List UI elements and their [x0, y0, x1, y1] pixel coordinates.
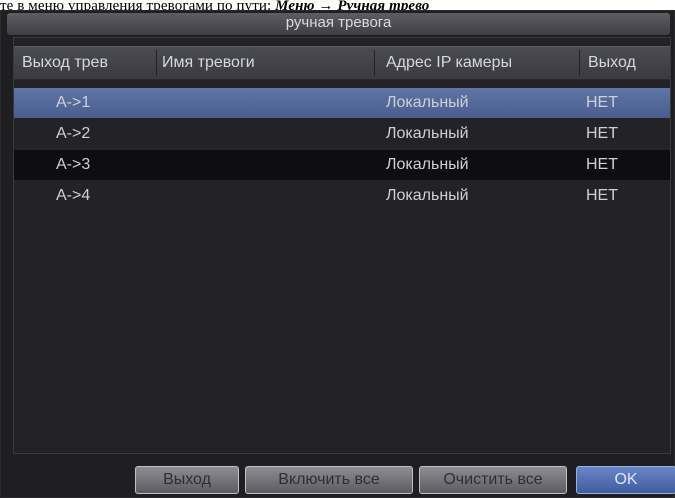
alarm-output-cell: A->4: [56, 187, 91, 204]
table-row[interactable]: A->1 Локальный НЕТ: [14, 88, 670, 118]
alarm-table: Выход трев Имя тревоги Адрес IP камеры В…: [13, 37, 671, 454]
action-cell: НЕТ: [586, 187, 618, 204]
table-header: Выход трев Имя тревоги Адрес IP камеры В…: [14, 46, 670, 80]
action-cell: НЕТ: [586, 156, 618, 173]
table-row[interactable]: A->4 Локальный НЕТ: [14, 181, 670, 211]
table-row[interactable]: A->3 Локальный НЕТ: [14, 150, 670, 180]
header-alarm-name[interactable]: Имя тревоги: [162, 47, 372, 79]
header-divider: [579, 50, 580, 76]
button-bar: Выход Включить все Очистить все OK: [1, 460, 675, 498]
table-row[interactable]: A->2 Локальный НЕТ: [14, 119, 670, 149]
manual-alarm-dialog: ручная тревога Выход трев Имя тревоги Ад…: [0, 10, 675, 498]
camera-ip-cell: Локальный: [386, 156, 469, 173]
camera-ip-cell: Локальный: [386, 187, 469, 204]
header-alarm-output[interactable]: Выход трев: [22, 47, 154, 79]
enable-all-button[interactable]: Включить все: [245, 466, 413, 494]
alarm-output-cell: A->3: [56, 156, 91, 173]
camera-ip-cell: Локальный: [386, 94, 469, 111]
header-divider: [156, 50, 157, 76]
ok-button[interactable]: OK: [576, 466, 675, 494]
action-cell: НЕТ: [586, 125, 618, 142]
alarm-output-cell: A->1: [56, 94, 91, 111]
exit-button[interactable]: Выход: [135, 466, 239, 494]
dialog-title: ручная тревога: [7, 13, 670, 35]
header-action-output[interactable]: Выход: [588, 47, 668, 79]
alarm-output-cell: A->2: [56, 125, 91, 142]
header-divider: [374, 50, 375, 76]
header-camera-ip[interactable]: Адрес IP камеры: [386, 47, 576, 79]
camera-ip-cell: Локальный: [386, 125, 469, 142]
clear-all-button[interactable]: Очистить все: [419, 466, 567, 494]
action-cell: НЕТ: [586, 94, 618, 111]
